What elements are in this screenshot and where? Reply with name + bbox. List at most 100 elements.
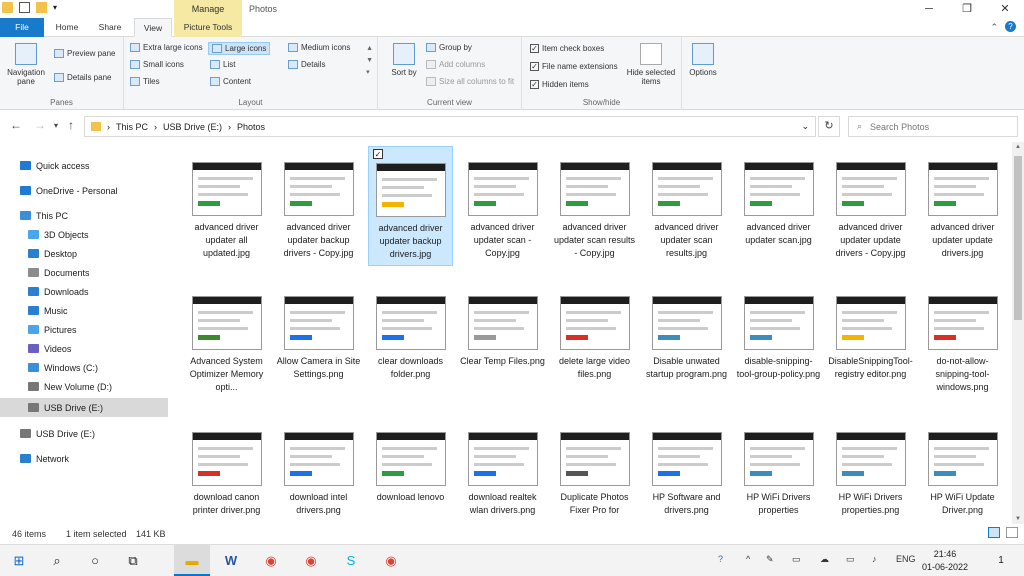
tab-view[interactable]: View [134, 18, 172, 37]
sidebar-item[interactable]: USB Drive (E:) [0, 398, 168, 417]
sidebar-item[interactable]: Network [0, 449, 168, 468]
maximize-button[interactable]: ❐ [948, 0, 986, 18]
file-item[interactable]: download realtek wlan drivers.png [460, 432, 545, 517]
chevron-down-icon[interactable]: ▾ [53, 2, 64, 13]
scrollbar-thumb[interactable] [1014, 156, 1022, 320]
file-item[interactable]: HP WiFi Update Driver.png [920, 432, 1005, 517]
chrome-icon[interactable]: ◉ [300, 551, 322, 571]
chrome-icon[interactable]: ◉ [380, 551, 402, 571]
help-tray-icon[interactable]: ? [718, 554, 723, 564]
file-item[interactable]: advanced driver updater scan results.jpg [644, 162, 729, 260]
breadcrumb-photos[interactable]: Photos [237, 122, 265, 132]
task-view-icon[interactable]: ⧉ [122, 551, 144, 571]
file-item[interactable]: download canon printer driver.png [184, 432, 269, 517]
file-item[interactable]: clear downloads folder.png [368, 296, 453, 381]
tab-share[interactable]: Share [90, 18, 130, 37]
file-item[interactable]: DisableSnippingTool-registry editor.png [828, 296, 913, 381]
add-columns-button[interactable]: Add columns [426, 60, 485, 69]
volume-icon[interactable]: ♪ [872, 554, 877, 564]
extra-large-icons-option[interactable]: Extra large icons [130, 43, 203, 52]
file-item[interactable]: download intel drivers.png [276, 432, 361, 517]
manage-tab[interactable]: Manage [174, 0, 242, 18]
scroll-down-icon[interactable]: ▼ [1015, 516, 1021, 522]
size-all-columns-button[interactable]: Size all columns to fit [426, 77, 514, 86]
file-explorer-icon[interactable]: ▬ [174, 545, 210, 576]
hide-selected-items-button[interactable]: Hide selected items [624, 43, 678, 86]
chevron-up-icon[interactable]: ^ [746, 554, 750, 564]
small-icons-option[interactable]: Small icons [130, 60, 184, 69]
file-item[interactable]: advanced driver updater all updated.jpg [184, 162, 269, 260]
file-item[interactable]: Duplicate Photos Fixer Pro for [552, 432, 637, 517]
file-item[interactable]: advanced driver updater scan.jpg [736, 162, 821, 247]
clock[interactable]: 21:46 01-06-2022 [922, 548, 968, 574]
file-item[interactable]: download lenovo [368, 432, 453, 504]
sidebar-item[interactable]: Documents [0, 263, 168, 282]
chevron-down-icon[interactable]: ⌄ [801, 121, 809, 132]
file-item[interactable]: Clear Temp Files.png [460, 296, 545, 368]
sidebar-item[interactable]: Windows (C:) [0, 358, 168, 377]
new-folder-icon[interactable] [36, 2, 47, 13]
sidebar-item[interactable]: New Volume (D:) [0, 377, 168, 396]
sidebar-item[interactable]: Music [0, 301, 168, 320]
content-option[interactable]: Content [210, 77, 251, 86]
properties-icon[interactable] [19, 2, 30, 13]
file-item[interactable]: advanced driver updater scan results - C… [552, 162, 637, 260]
chevron-down-icon[interactable]: ▾ [54, 121, 58, 130]
item-checkbox[interactable]: ✓ [373, 149, 383, 159]
up-icon[interactable]: ↑ [68, 118, 74, 132]
file-item[interactable]: HP WiFi Drivers properties.png [828, 432, 913, 517]
sidebar-item[interactable]: This PC [0, 206, 168, 225]
meet-icon[interactable]: ▭ [792, 554, 801, 565]
sidebar-item[interactable]: Desktop [0, 244, 168, 263]
options-button[interactable]: Options [686, 43, 720, 77]
large-icons-option[interactable]: Large icons [208, 42, 271, 55]
file-item[interactable]: advanced driver updater scan - Copy.jpg [460, 162, 545, 260]
search-box[interactable]: ⌕ Search Photos [848, 116, 1018, 137]
file-item[interactable]: advanced driver updater update drivers -… [828, 162, 913, 260]
file-item[interactable]: HP Software and drivers.png [644, 432, 729, 517]
file-item[interactable]: ✓ advanced driver updater backup drivers.… [368, 146, 453, 266]
pen-icon[interactable]: ✎ [766, 554, 774, 565]
group-by-button[interactable]: Group by [426, 43, 472, 52]
details-option[interactable]: Details [288, 60, 325, 69]
file-item[interactable]: Advanced System Optimizer Memory opti... [184, 296, 269, 394]
layout-scroll-icon[interactable]: ▲ ▼ ▾ [366, 43, 373, 79]
file-item[interactable]: disable-snipping-tool-group-policy.png [736, 296, 821, 381]
tab-home[interactable]: Home [48, 18, 86, 37]
file-item[interactable]: advanced driver updater backup drivers -… [276, 162, 361, 260]
sidebar-item[interactable]: Videos [0, 339, 168, 358]
sidebar-item[interactable]: Pictures [0, 320, 168, 339]
cortana-icon[interactable]: ○ [84, 551, 106, 571]
notification-icon[interactable]: 1 [990, 551, 1012, 571]
list-option[interactable]: List [210, 60, 235, 69]
folder-icon[interactable] [2, 2, 13, 13]
start-icon[interactable]: ⊞ [8, 551, 30, 571]
tab-file[interactable]: File [0, 18, 44, 37]
file-item[interactable]: Disable unwated startup program.png [644, 296, 729, 381]
search-icon[interactable]: ⌕ [46, 551, 68, 571]
file-name-extensions-toggle[interactable]: ✓ File name extensions [530, 62, 618, 71]
sidebar-item[interactable]: Downloads [0, 282, 168, 301]
navigation-pane-button[interactable]: Navigation pane [4, 43, 48, 86]
sidebar-item[interactable]: USB Drive (E:) [0, 424, 168, 443]
details-view-icon[interactable] [988, 527, 1000, 538]
file-item[interactable]: delete large video files.png [552, 296, 637, 381]
medium-icons-option[interactable]: Medium icons [288, 43, 350, 52]
minimize-button[interactable]: ─ [910, 0, 948, 18]
file-item[interactable]: do-not-allow-snipping-tool-windows.png [920, 296, 1005, 394]
tab-picture-tools[interactable]: Picture Tools [174, 18, 242, 37]
hidden-items-toggle[interactable]: ✓ Hidden items [530, 80, 589, 89]
word-icon[interactable]: W [220, 551, 242, 571]
cloud-icon[interactable]: ☁ [820, 554, 829, 565]
file-item[interactable]: HP WiFi Drivers properties [736, 432, 821, 517]
file-item[interactable]: advanced driver updater update drivers.j… [920, 162, 1005, 260]
sidebar-item[interactable]: Quick access [0, 156, 168, 175]
large-icons-view-icon[interactable] [1006, 527, 1018, 538]
breadcrumb-this-pc[interactable]: This PC [116, 122, 148, 132]
forward-icon[interactable]: → [34, 118, 46, 132]
scroll-up-icon[interactable]: ▲ [1015, 144, 1021, 150]
tiles-option[interactable]: Tiles [130, 77, 160, 86]
preview-pane-button[interactable]: Preview pane [54, 49, 115, 58]
language-indicator[interactable]: ENG [896, 554, 916, 564]
close-button[interactable]: ✕ [986, 0, 1024, 18]
